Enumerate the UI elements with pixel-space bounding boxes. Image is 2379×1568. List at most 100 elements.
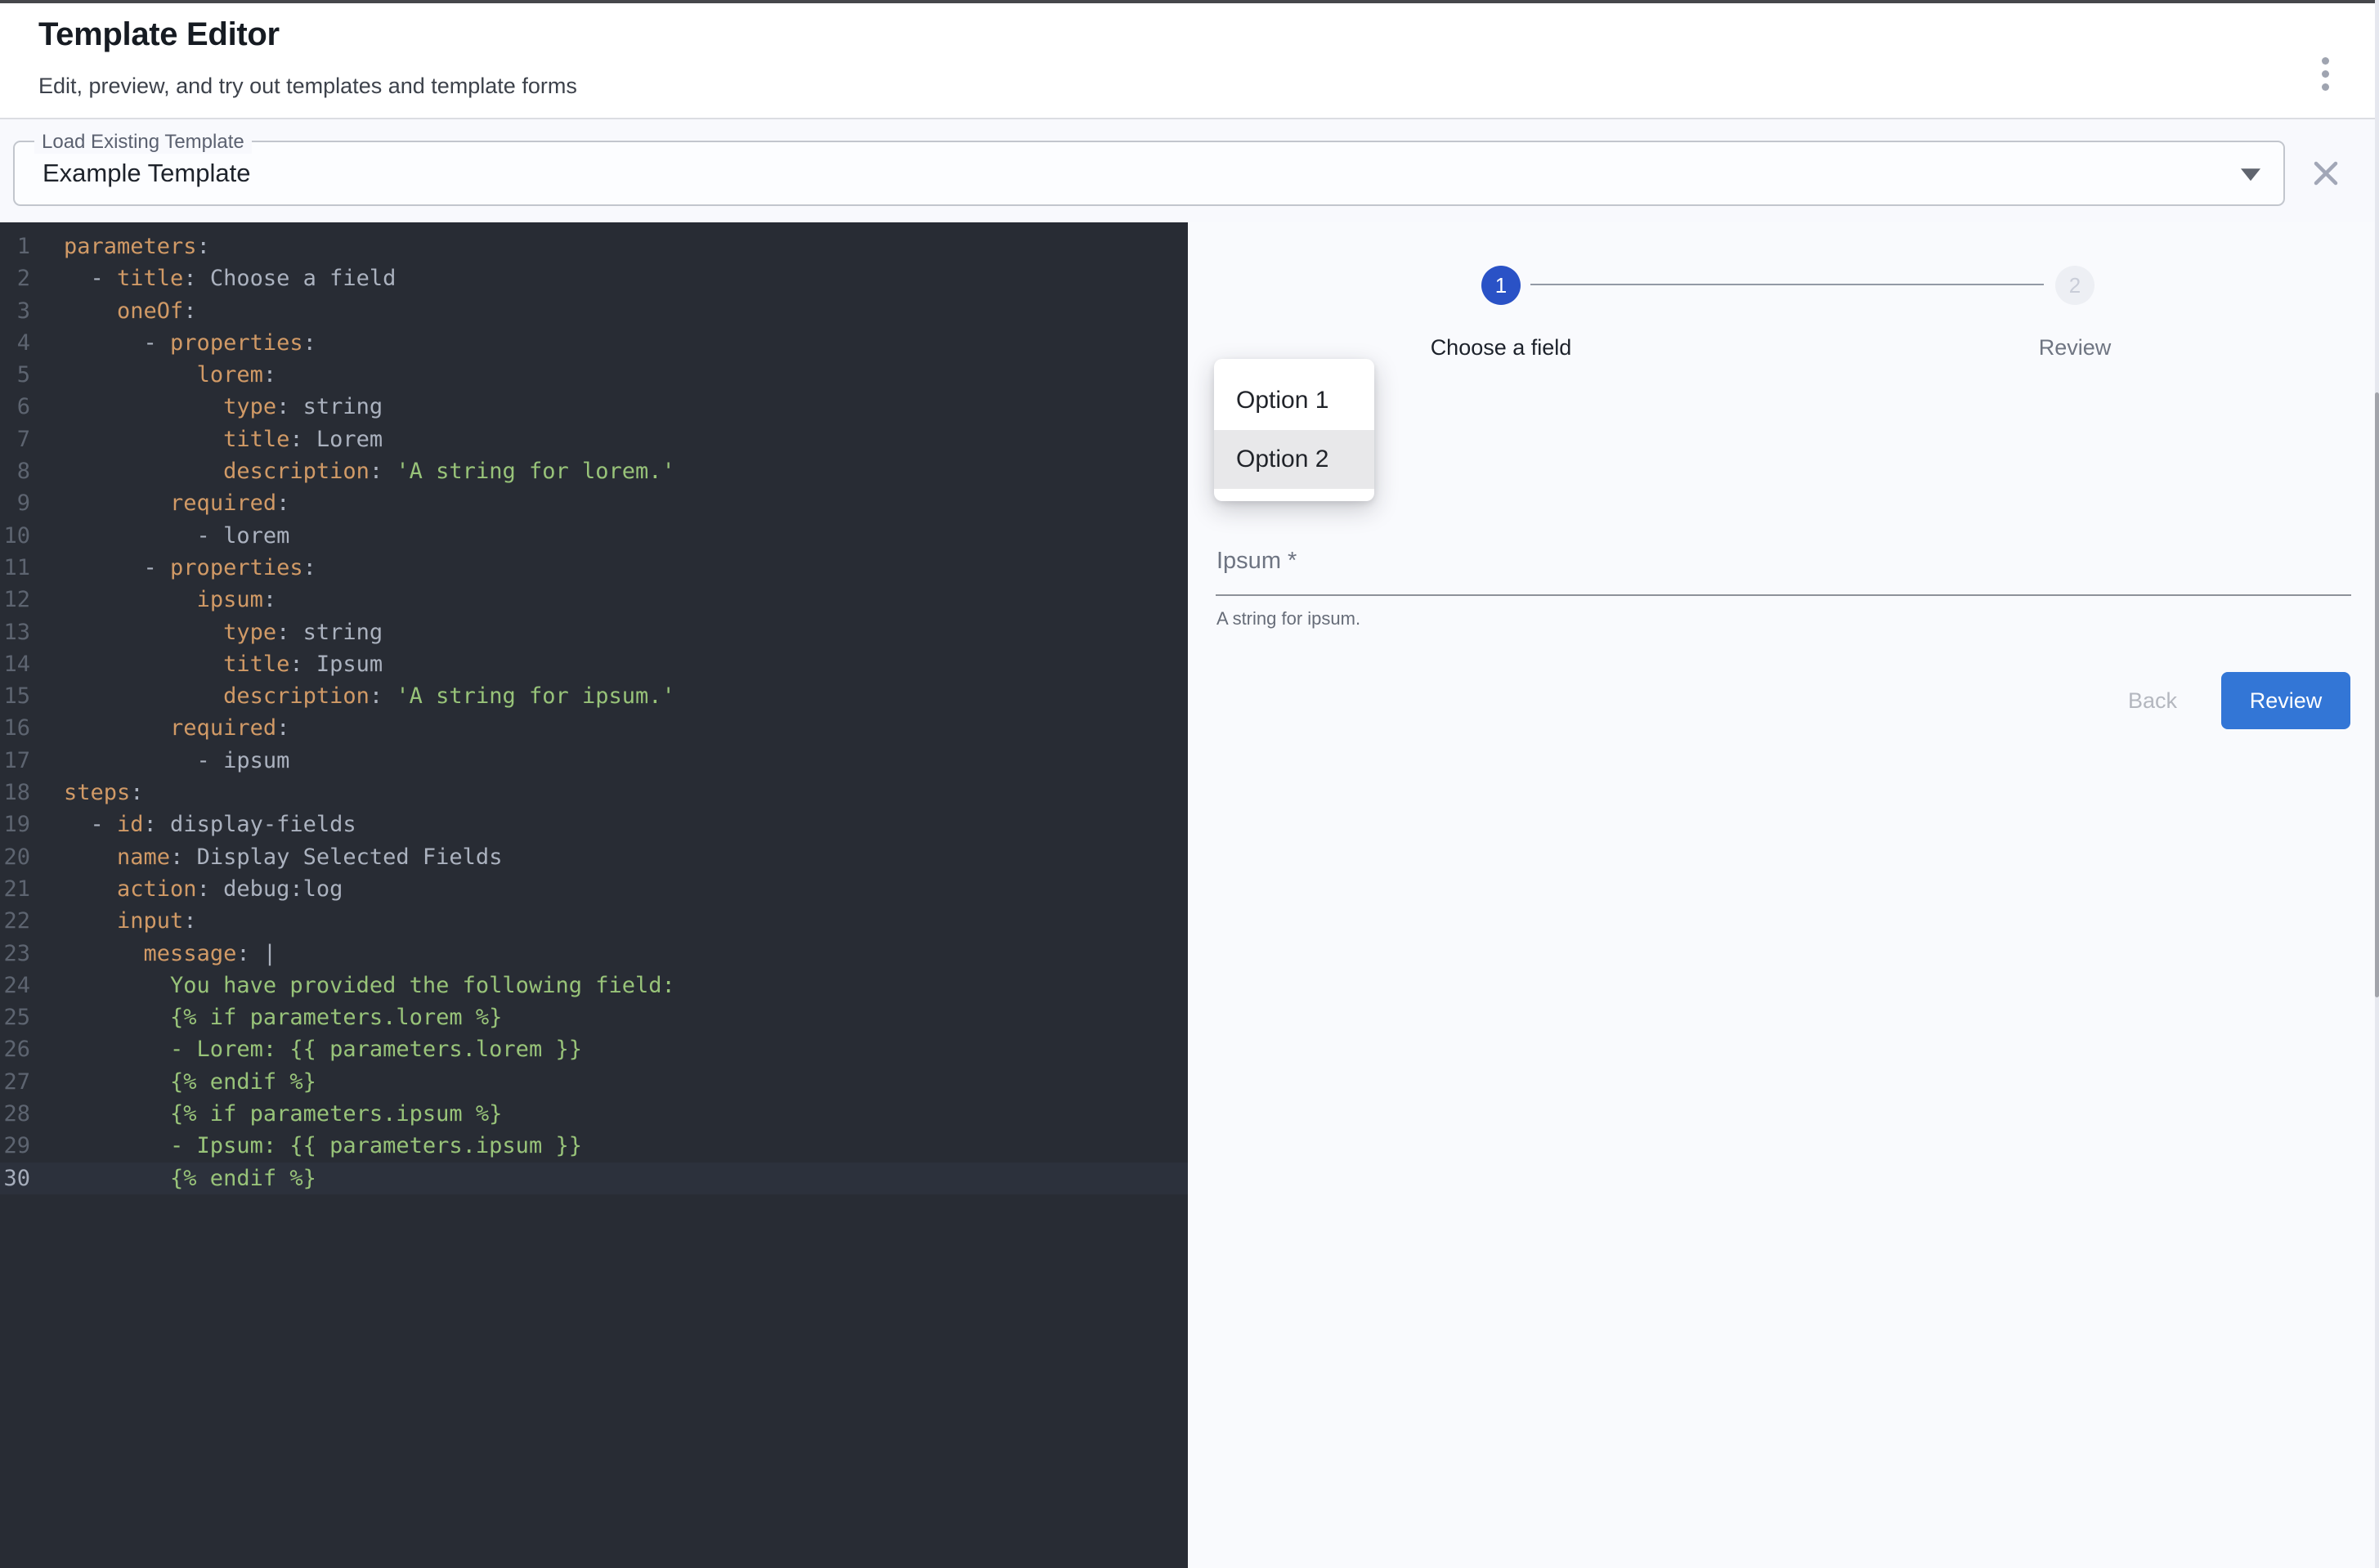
code-text: {% if parameters.lorem %} [30, 1001, 502, 1033]
stepper-step-2[interactable]: 2 [2055, 266, 2095, 305]
code-line[interactable]: 1parameters: [0, 231, 1188, 262]
options-dropdown-menu: Option 1 Option 2 [1214, 359, 1374, 501]
code-line[interactable]: 24 You have provided the following field… [0, 970, 1188, 1001]
code-text: type: string [30, 616, 383, 648]
line-number: 14 [0, 648, 30, 680]
line-number: 9 [0, 487, 30, 519]
clear-template-button[interactable] [2308, 155, 2344, 191]
code-text: oneOf: [30, 295, 197, 327]
code-line[interactable]: 16 required: [0, 712, 1188, 744]
step-1-label: Choose a field [1337, 335, 1664, 361]
code-line[interactable]: 2 - title: Choose a field [0, 262, 1188, 294]
line-number: 16 [0, 712, 30, 744]
code-line[interactable]: 6 type: string [0, 391, 1188, 423]
menu-item-option-2[interactable]: Option 2 [1214, 430, 1374, 489]
yaml-editor[interactable]: 1parameters:2 - title: Choose a field3 o… [0, 222, 1188, 1568]
code-line[interactable]: 5 lorem: [0, 359, 1188, 391]
line-number: 12 [0, 584, 30, 616]
line-number: 22 [0, 905, 30, 937]
code-text: You have provided the following field: [30, 970, 675, 1001]
line-number: 17 [0, 745, 30, 777]
page-scrollbar-thumb[interactable] [2375, 392, 2379, 997]
close-icon [2308, 155, 2344, 191]
code-text: type: string [30, 391, 383, 423]
code-text: - ipsum [30, 745, 289, 777]
line-number: 13 [0, 616, 30, 648]
code-line[interactable]: 14 title: Ipsum [0, 648, 1188, 680]
code-text: name: Display Selected Fields [30, 841, 502, 873]
code-line[interactable]: 10 - lorem [0, 520, 1188, 552]
code-text: title: Ipsum [30, 648, 383, 680]
code-text: {% endif %} [30, 1163, 316, 1194]
code-line[interactable]: 11 - properties: [0, 552, 1188, 584]
code-line[interactable]: 7 title: Lorem [0, 423, 1188, 455]
page-title: Template Editor [38, 16, 280, 53]
line-number: 10 [0, 520, 30, 552]
code-text: lorem: [30, 359, 276, 391]
stepper-step-1[interactable]: 1 [1481, 266, 1521, 305]
main-split: 1parameters:2 - title: Choose a field3 o… [0, 222, 2379, 1568]
code-line[interactable]: 26 - Lorem: {{ parameters.lorem }} [0, 1033, 1188, 1065]
code-line[interactable]: 15 description: 'A string for ipsum.' [0, 680, 1188, 712]
code-line[interactable]: 17 - ipsum [0, 745, 1188, 777]
code-text: steps: [30, 777, 144, 809]
line-number: 3 [0, 295, 30, 327]
stepper-connector [1530, 284, 2044, 285]
line-number: 20 [0, 841, 30, 873]
header: Template Editor Edit, preview, and try o… [0, 3, 2379, 119]
page-scrollbar-track[interactable] [2375, 0, 2379, 1568]
code-line[interactable]: 3 oneOf: [0, 295, 1188, 327]
menu-item-option-1[interactable]: Option 1 [1214, 371, 1374, 430]
code-line[interactable]: 20 name: Display Selected Fields [0, 841, 1188, 873]
code-text: - Ipsum: {{ parameters.ipsum }} [30, 1130, 582, 1162]
code-line[interactable]: 22 input: [0, 905, 1188, 937]
code-text: required: [30, 712, 289, 744]
chevron-down-icon [2241, 168, 2260, 181]
code-line[interactable]: 21 action: debug:log [0, 873, 1188, 905]
code-line[interactable]: 8 description: 'A string for lorem.' [0, 455, 1188, 487]
form-preview-panel: 1 2 Choose a field Review Option 1 Optio… [1188, 222, 2379, 1568]
code-line[interactable]: 29 - Ipsum: {{ parameters.ipsum }} [0, 1130, 1188, 1162]
line-number: 19 [0, 809, 30, 840]
code-line[interactable]: 18steps: [0, 777, 1188, 809]
code-text: - lorem [30, 520, 289, 552]
line-number: 6 [0, 391, 30, 423]
select-floating-label: Load Existing Template [34, 131, 252, 154]
code-line[interactable]: 12 ipsum: [0, 584, 1188, 616]
code-text: title: Lorem [30, 423, 383, 455]
code-line[interactable]: 28 {% if parameters.ipsum %} [0, 1098, 1188, 1130]
line-number: 7 [0, 423, 30, 455]
line-number: 2 [0, 262, 30, 294]
line-number: 24 [0, 970, 30, 1001]
ipsum-field-helper: A string for ipsum. [1216, 608, 1360, 629]
code-line[interactable]: 4 - properties: [0, 327, 1188, 359]
line-number: 23 [0, 938, 30, 970]
code-text: - properties: [30, 327, 316, 359]
line-number: 28 [0, 1098, 30, 1130]
line-number: 5 [0, 359, 30, 391]
review-button[interactable]: Review [2221, 672, 2350, 729]
code-text: - id: display-fields [30, 809, 356, 840]
template-select-row: Load Existing Template Example Template [0, 119, 2379, 222]
line-number: 8 [0, 455, 30, 487]
code-line[interactable]: 25 {% if parameters.lorem %} [0, 1001, 1188, 1033]
line-number: 27 [0, 1066, 30, 1098]
back-button[interactable]: Back [2110, 672, 2195, 729]
code-line[interactable]: 30 {% endif %} [0, 1163, 1188, 1194]
code-line[interactable]: 9 required: [0, 487, 1188, 519]
line-number: 4 [0, 327, 30, 359]
select-value: Example Template [43, 159, 250, 188]
line-number: 26 [0, 1033, 30, 1065]
kebab-menu-icon[interactable] [2307, 44, 2343, 103]
step-2-label: Review [1911, 335, 2238, 361]
load-template-select[interactable]: Load Existing Template Example Template [13, 141, 2285, 206]
code-line[interactable]: 23 message: | [0, 938, 1188, 970]
code-text: parameters: [30, 231, 210, 262]
code-line[interactable]: 19 - id: display-fields [0, 809, 1188, 840]
ipsum-input[interactable] [1216, 594, 2351, 596]
code-line[interactable]: 13 type: string [0, 616, 1188, 648]
code-line[interactable]: 27 {% endif %} [0, 1066, 1188, 1098]
line-number: 18 [0, 777, 30, 809]
line-number: 1 [0, 231, 30, 262]
code-text: - Lorem: {{ parameters.lorem }} [30, 1033, 582, 1065]
